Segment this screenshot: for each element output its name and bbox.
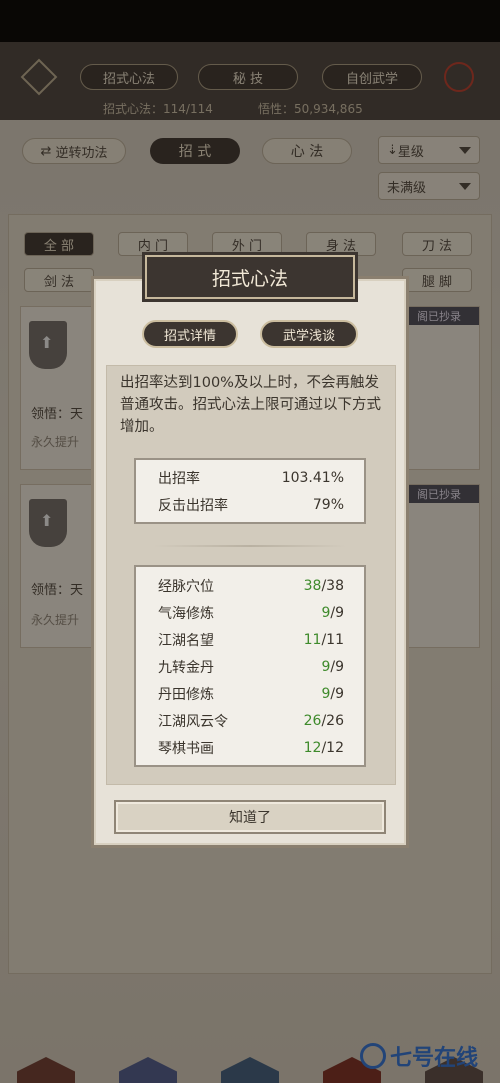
- source-current: 9: [321, 605, 331, 621]
- source-row: 琴棋书画 12/12: [158, 737, 344, 759]
- source-row: 气海修炼 9/9: [158, 602, 344, 624]
- source-label: 江湖名望: [158, 633, 214, 649]
- tab-martial-talk[interactable]: 武学浅谈: [260, 320, 358, 348]
- divider: [154, 545, 346, 547]
- stat-row-counter-rate: 反击出招率 79%: [158, 494, 344, 516]
- modal-description: 出招率达到100%及以上时，不会再触发普通攻击。招式心法上限可通过以下方式增加。: [120, 375, 381, 435]
- source-row: 江湖名望 11/11: [158, 629, 344, 651]
- source-max: /9: [330, 605, 344, 621]
- source-label: 琴棋书画: [158, 741, 214, 757]
- ok-button[interactable]: 知道了: [114, 800, 386, 834]
- stat-label: 出招率: [158, 471, 200, 487]
- source-max: /9: [330, 686, 344, 702]
- source-label: 经脉穴位: [158, 579, 214, 595]
- source-label: 九转金丹: [158, 660, 214, 676]
- source-current: 9: [321, 659, 331, 675]
- source-max: /38: [321, 578, 344, 594]
- stat-label: 反击出招率: [158, 498, 228, 514]
- stat-value: 79%: [312, 497, 344, 513]
- source-row: 丹田修炼 9/9: [158, 683, 344, 705]
- source-row: 江湖风云令 26/26: [158, 710, 344, 732]
- stat-row-attack-rate: 出招率 103.41%: [158, 467, 344, 489]
- tab-skill-details[interactable]: 招式详情: [142, 320, 238, 348]
- source-box: 经脉穴位 38/38 气海修炼 9/9 江湖名望 11/11 九转金丹 9/9 …: [134, 565, 366, 767]
- source-current: 26: [303, 713, 322, 729]
- source-max: /12: [321, 740, 344, 756]
- source-current: 11: [303, 632, 322, 648]
- source-max: /9: [330, 659, 344, 675]
- rate-box: 出招率 103.41% 反击出招率 79%: [134, 458, 366, 524]
- source-row: 经脉穴位 38/38: [158, 575, 344, 597]
- source-current: 38: [303, 578, 322, 594]
- source-max: /11: [321, 632, 344, 648]
- source-label: 江湖风云令: [158, 714, 228, 730]
- source-row: 九转金丹 9/9: [158, 656, 344, 678]
- source-label: 丹田修炼: [158, 687, 214, 703]
- source-max: /26: [321, 713, 344, 729]
- modal-title: 招式心法: [145, 255, 355, 299]
- source-label: 气海修炼: [158, 606, 214, 622]
- source-current: 9: [321, 686, 331, 702]
- source-current: 12: [303, 740, 322, 756]
- stat-value: 103.41%: [281, 470, 344, 486]
